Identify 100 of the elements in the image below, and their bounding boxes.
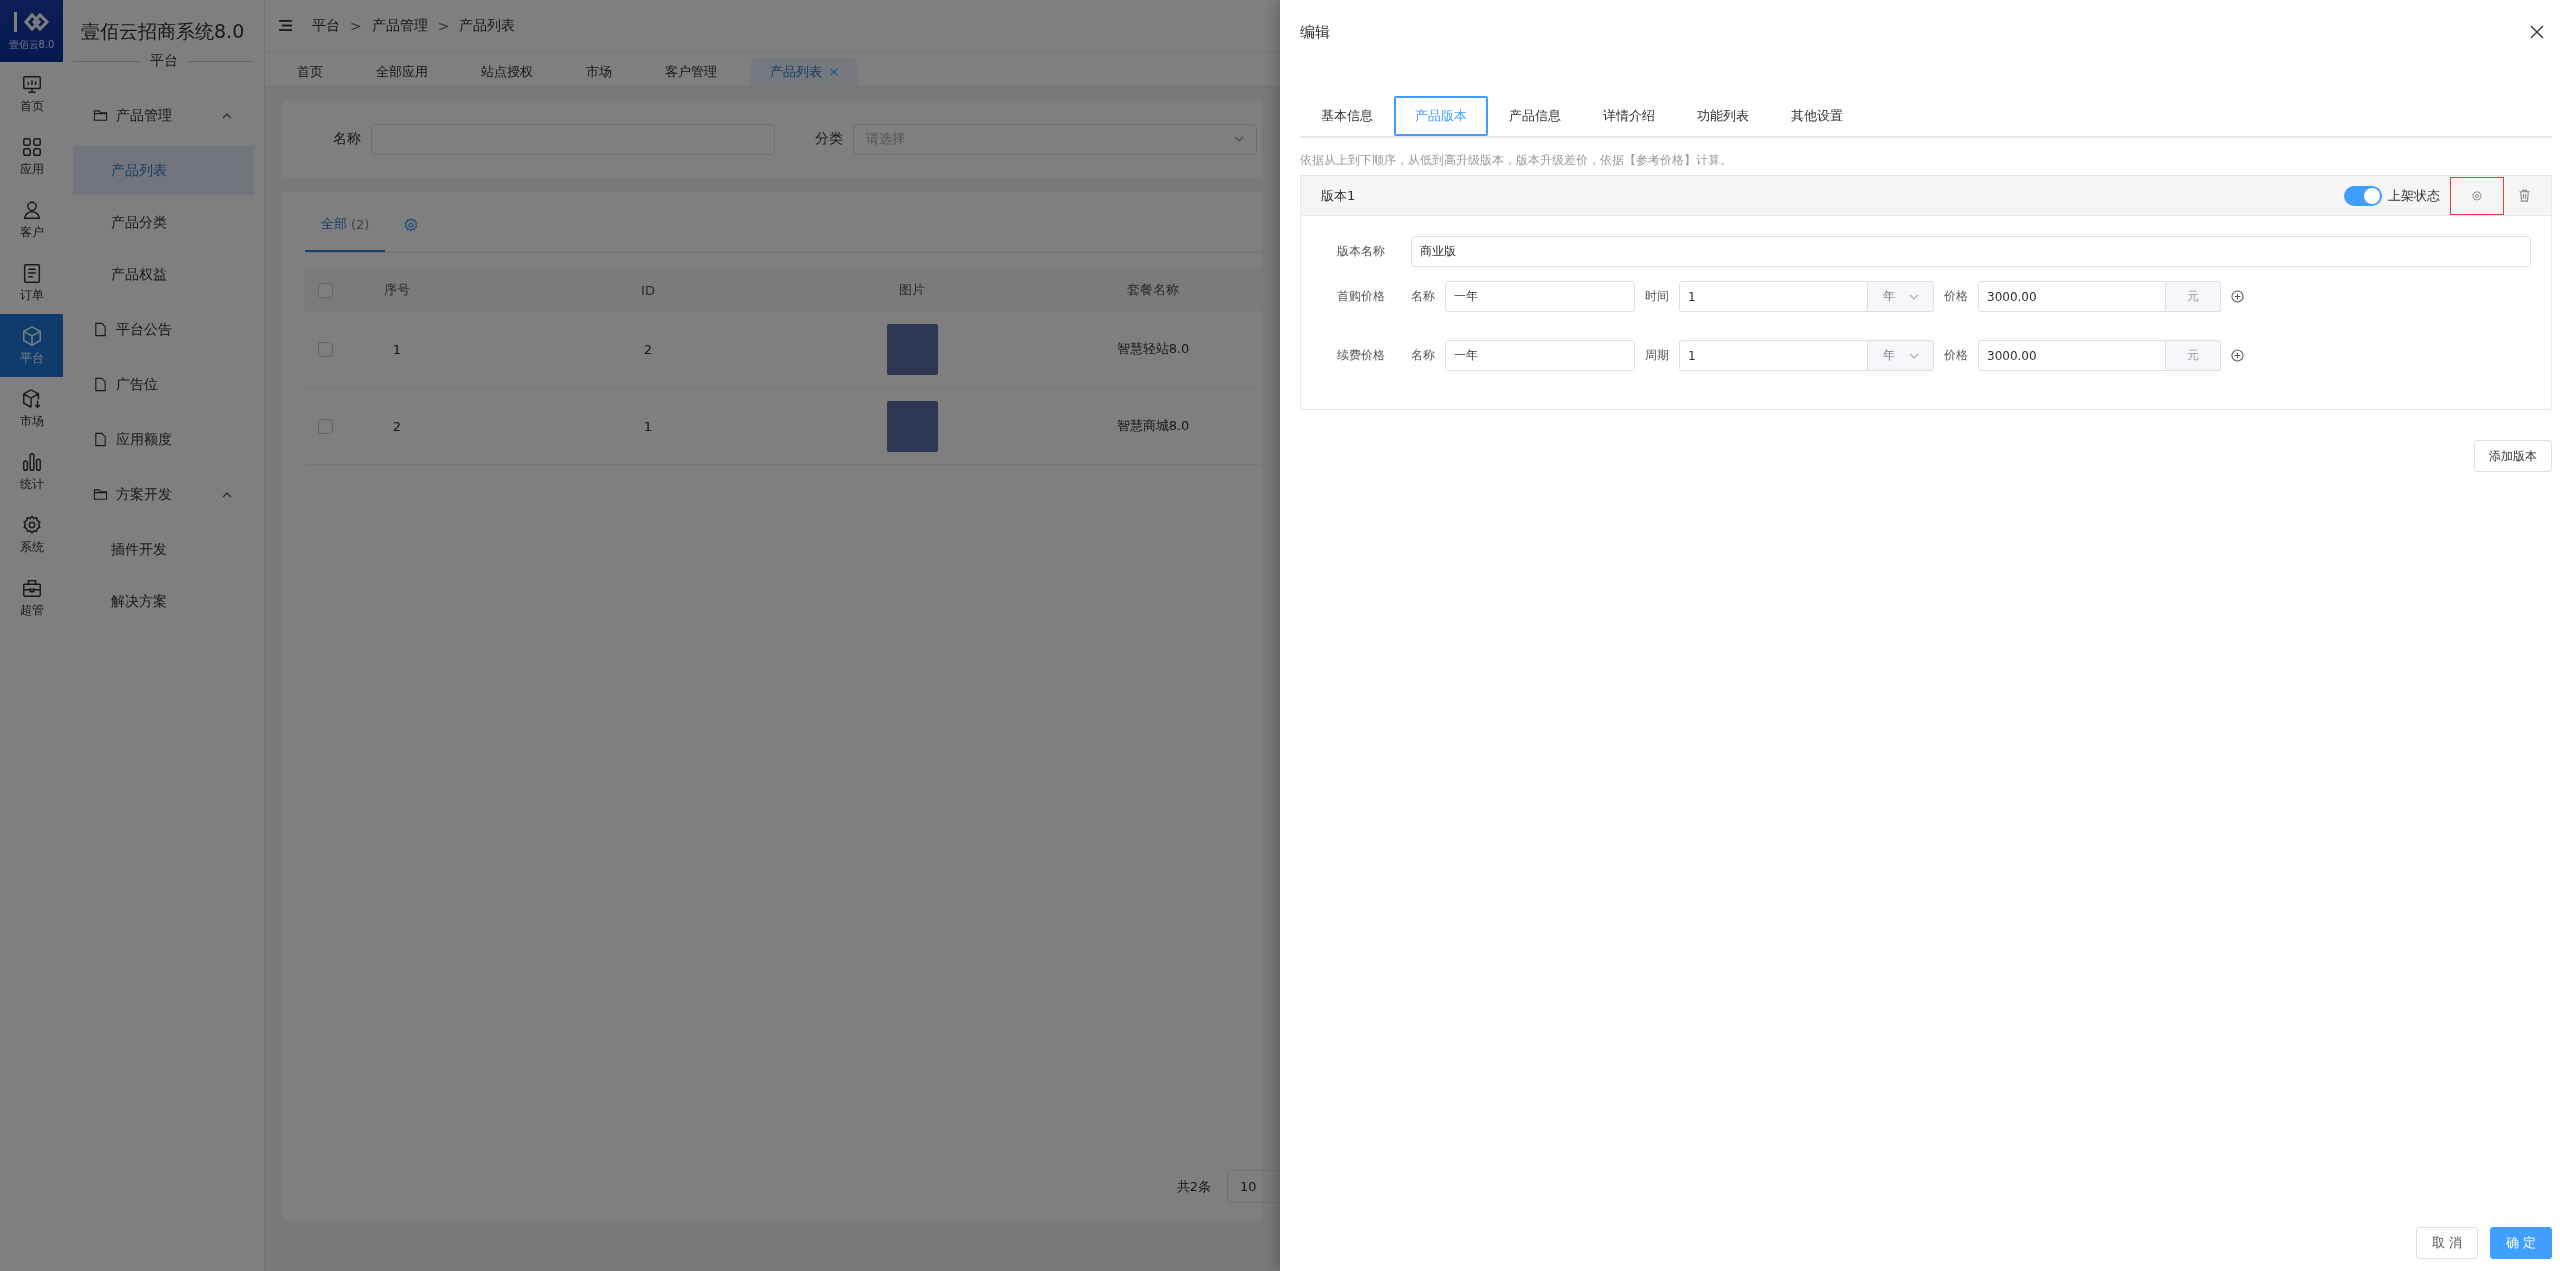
drawer-tab[interactable]: 功能列表 [1676, 96, 1770, 136]
cancel-button[interactable]: 取 消 [2416, 1227, 2478, 1259]
menu-item-label: 广告位 [116, 375, 158, 394]
menu-item[interactable]: 产品权益 [73, 250, 254, 299]
field-label: 价格 [1944, 347, 1968, 364]
unit-select[interactable]: 年 [1868, 281, 1934, 312]
table-cell: 1 [643, 418, 653, 434]
table-cell: 智慧商城8.0 [1116, 417, 1190, 435]
menu-item[interactable]: 产品分类 [73, 198, 254, 247]
logo-icon [11, 10, 52, 34]
price-name-field[interactable]: 一年 [1445, 281, 1635, 312]
hint-text: 依据从上到下顺序，从低到高升级版本，版本升级差价，依据【参考价格】计算。 [1300, 152, 1733, 169]
column-header: ID [641, 282, 655, 298]
menu-item[interactable]: 平台公告 [73, 302, 254, 357]
page-tab[interactable]: 产品列表 [750, 58, 858, 86]
table-cell: 2 [643, 341, 653, 357]
rail-item[interactable]: 应用 [0, 125, 63, 188]
rail-item[interactable]: 系统 [0, 503, 63, 566]
menu-group[interactable]: 产品管理 [73, 88, 254, 143]
version-title: 版本1 [1321, 186, 1356, 205]
menu-item-label: 平台公告 [116, 320, 172, 339]
column-header: 序号 [384, 281, 410, 299]
select-all-checkbox[interactable] [317, 282, 333, 298]
add-icon[interactable] [2231, 349, 2244, 362]
cube-arrow-icon [20, 387, 43, 410]
add-icon[interactable] [2231, 290, 2244, 303]
breadcrumb-item[interactable]: 平台 [312, 16, 340, 35]
breadcrumb-separator: > [437, 17, 450, 34]
status-label: 上架状态 [2388, 186, 2440, 205]
filter-label: 名称 [333, 130, 361, 148]
breadcrumb-item[interactable]: 产品列表 [459, 16, 516, 35]
field-label: 续费价格 [1337, 347, 1386, 364]
version-name-field[interactable]: 商业版 [1411, 236, 2531, 267]
breadcrumb-item[interactable]: 产品管理 [371, 16, 428, 35]
page-tab[interactable]: 全部应用 [356, 58, 448, 86]
settings-icon[interactable] [403, 217, 420, 233]
settings-icon [20, 513, 43, 536]
table-cell: 1 [392, 341, 402, 357]
rail-item[interactable]: 统计 [0, 440, 63, 503]
period-field[interactable]: 1 [1679, 340, 1868, 371]
folder-icon [93, 108, 108, 123]
drawer-tab[interactable]: 详情介绍 [1582, 96, 1676, 136]
logo-caption: 壹佰云8.0 [8, 38, 55, 52]
page-tab[interactable]: 市场 [566, 58, 632, 86]
list-tab[interactable]: 全部 (2) [305, 198, 386, 252]
settings-button[interactable] [2450, 176, 2504, 215]
period-field[interactable]: 1 [1679, 281, 1868, 312]
drawer-tab[interactable]: 基本信息 [1300, 96, 1394, 136]
bar-chart-icon [20, 450, 43, 473]
menu-item[interactable]: 广告位 [73, 357, 254, 412]
photo-placeholder [886, 400, 938, 452]
confirm-button[interactable]: 确 定 [2490, 1227, 2552, 1259]
price-field[interactable]: 3000.00 [1978, 340, 2166, 371]
add-version-button[interactable]: 添加版本 [2474, 440, 2552, 472]
menu-group[interactable]: 方案开发 [73, 467, 254, 522]
menu-item[interactable]: 产品列表 [73, 146, 254, 195]
logo[interactable]: 壹佰云8.0 [0, 0, 63, 62]
row-checkbox[interactable] [317, 341, 333, 357]
trash-icon[interactable] [2518, 189, 2531, 202]
section-title: 平台 [149, 52, 178, 70]
drawer-tab[interactable]: 其他设置 [1770, 96, 1864, 136]
filter-label: 分类 [815, 130, 843, 148]
row-checkbox[interactable] [317, 418, 333, 434]
price-field[interactable]: 3000.00 [1978, 281, 2166, 312]
field-label: 价格 [1944, 288, 1968, 305]
cube-icon [20, 324, 43, 347]
rail-item[interactable]: 首页 [0, 62, 63, 125]
field-label: 版本名称 [1337, 243, 1386, 260]
menu-group-label: 产品管理 [116, 106, 172, 125]
menu-icon[interactable] [279, 20, 292, 31]
drawer-tab[interactable]: 产品信息 [1488, 96, 1582, 136]
field-label: 首购价格 [1337, 288, 1386, 305]
rail-item[interactable]: 平台 [0, 314, 63, 377]
drawer-title: 编辑 [1300, 22, 1330, 42]
table-cell: 2 [392, 418, 402, 434]
field-label: 名称 [1411, 288, 1435, 305]
field-label: 名称 [1411, 347, 1435, 364]
page-tab[interactable]: 客户管理 [645, 58, 737, 86]
menu-item[interactable]: 应用额度 [73, 412, 254, 467]
photo-placeholder [886, 323, 938, 375]
rail-item[interactable]: 超管 [0, 566, 63, 629]
rail-item[interactable]: 订单 [0, 251, 63, 314]
close-icon[interactable] [2530, 25, 2544, 39]
settings-icon [2471, 189, 2483, 202]
table-cell: 智慧轻站8.0 [1116, 340, 1190, 358]
menu-item[interactable]: 插件开发 [73, 525, 254, 574]
page-tab[interactable]: 站点授权 [461, 58, 553, 86]
status-switch[interactable] [2344, 185, 2382, 206]
rail-item[interactable]: 客户 [0, 188, 63, 251]
menu-item[interactable]: 解决方案 [73, 577, 254, 626]
grid-icon [20, 135, 43, 158]
breadcrumb-separator: > [350, 17, 362, 34]
page-tab[interactable]: 首页 [277, 58, 343, 86]
price-name-field[interactable]: 一年 [1445, 340, 1635, 371]
folder-icon [93, 487, 108, 502]
document-icon [93, 322, 108, 337]
document-icon [93, 432, 108, 447]
drawer-tab[interactable]: 产品版本 [1394, 96, 1488, 136]
rail-item[interactable]: 市场 [0, 377, 63, 440]
unit-select[interactable]: 年 [1868, 340, 1934, 371]
